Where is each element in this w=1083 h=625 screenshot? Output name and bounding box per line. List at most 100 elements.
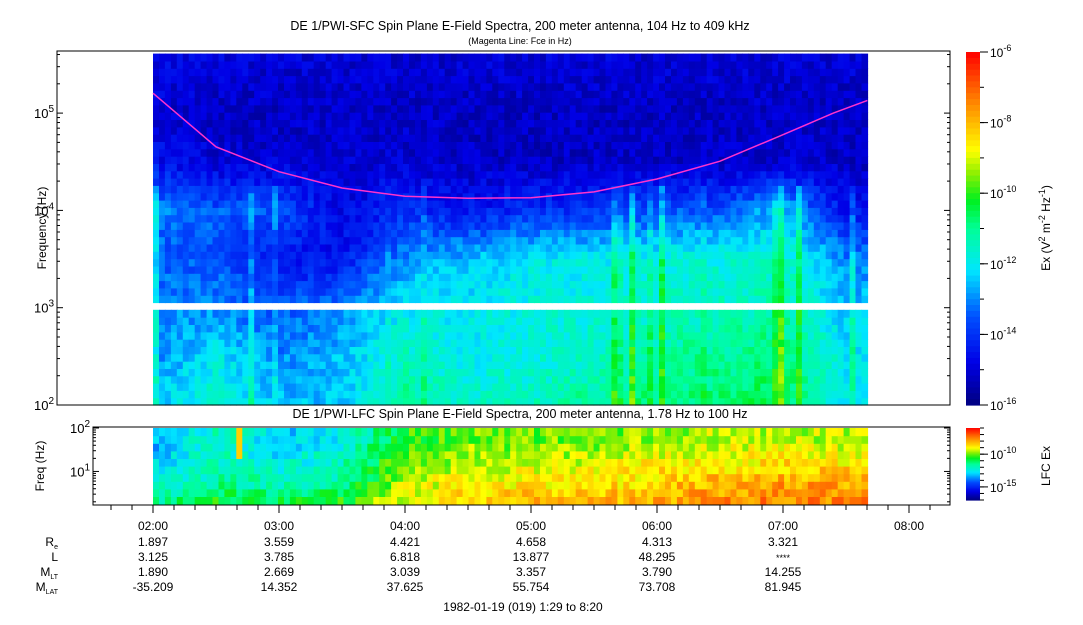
heatmap-cell bbox=[325, 68, 333, 77]
heatmap-cell bbox=[230, 258, 237, 267]
heatmap-cell bbox=[307, 200, 315, 208]
heatmap-cell bbox=[635, 60, 642, 69]
heatmap-cell bbox=[236, 141, 243, 150]
heatmap-cell bbox=[325, 229, 333, 238]
heatmap-cell bbox=[766, 324, 773, 333]
heatmap-cell bbox=[629, 295, 636, 304]
heatmap-cell bbox=[593, 229, 601, 238]
heatmap-cell bbox=[403, 331, 410, 340]
heatmap-cell bbox=[617, 375, 624, 384]
heatmap-cell bbox=[278, 134, 285, 142]
heatmap-cell bbox=[301, 339, 309, 347]
heatmap-cell bbox=[516, 214, 523, 223]
heatmap-cell bbox=[504, 163, 511, 172]
heatmap-cell bbox=[653, 75, 660, 84]
heatmap-cell bbox=[540, 75, 547, 84]
heatmap-cell bbox=[754, 170, 761, 179]
heatmap-cell bbox=[635, 383, 642, 391]
heatmap-cell bbox=[409, 68, 416, 77]
heatmap-cell bbox=[617, 207, 624, 216]
heatmap-cell bbox=[224, 397, 231, 406]
heatmap-cell bbox=[563, 346, 571, 355]
heatmap-cell bbox=[480, 309, 487, 318]
heatmap-cell bbox=[206, 90, 214, 99]
heatmap-cell bbox=[492, 324, 499, 333]
heatmap-cell bbox=[593, 397, 601, 406]
heatmap-cell bbox=[426, 243, 434, 252]
heatmap-cell bbox=[438, 112, 446, 120]
heatmap-cell bbox=[337, 258, 345, 267]
heatmap-cell bbox=[629, 207, 636, 216]
heatmap-cell bbox=[331, 178, 339, 186]
heatmap-cell bbox=[218, 375, 226, 384]
heatmap-cell bbox=[206, 178, 214, 186]
heatmap-cell bbox=[385, 156, 392, 164]
heatmap-cell bbox=[671, 185, 678, 194]
heatmap-cell bbox=[522, 90, 529, 99]
heatmap-cell bbox=[176, 295, 184, 304]
heatmap-cell bbox=[301, 383, 309, 391]
heatmap-cell bbox=[272, 192, 279, 201]
heatmap-cell bbox=[778, 383, 785, 391]
heatmap-cell bbox=[724, 178, 732, 186]
heatmap-cell bbox=[278, 265, 285, 274]
heatmap-cell bbox=[224, 258, 231, 267]
heatmap-cell bbox=[635, 229, 642, 238]
heatmap-cell bbox=[623, 397, 630, 406]
heatmap-cell bbox=[456, 163, 464, 172]
heatmap-cell bbox=[480, 214, 487, 223]
heatmap-cell bbox=[593, 53, 601, 62]
heatmap-cell bbox=[444, 361, 452, 369]
heatmap-cell bbox=[176, 287, 184, 296]
heatmap-cell bbox=[718, 141, 726, 150]
heatmap-cell bbox=[272, 236, 279, 245]
heatmap-cell bbox=[623, 251, 630, 260]
heatmap-cell bbox=[444, 339, 452, 347]
heatmap-cell bbox=[754, 222, 761, 230]
heatmap-cell bbox=[319, 353, 327, 362]
heatmap-cell bbox=[599, 390, 607, 399]
heatmap-cell bbox=[295, 331, 303, 340]
heatmap-cell bbox=[474, 368, 482, 377]
heatmap-cell bbox=[593, 163, 601, 172]
heatmap-cell bbox=[748, 192, 755, 201]
heatmap-cell bbox=[182, 353, 190, 362]
heatmap-cell bbox=[164, 375, 172, 384]
heatmap-cell bbox=[361, 90, 368, 99]
heatmap-cell bbox=[772, 309, 779, 318]
heatmap-cell bbox=[182, 207, 190, 216]
heatmap-cell bbox=[754, 287, 761, 296]
heatmap-cell bbox=[462, 397, 470, 406]
heatmap-cell bbox=[742, 68, 749, 77]
heatmap-cell bbox=[284, 207, 291, 216]
heatmap-cell bbox=[206, 383, 214, 391]
heatmap-cell bbox=[313, 339, 321, 347]
heatmap-cell bbox=[319, 280, 327, 289]
heatmap-cell bbox=[409, 383, 416, 391]
heatmap-cell bbox=[545, 361, 553, 369]
heatmap-cell bbox=[623, 207, 630, 216]
heatmap-cell bbox=[337, 346, 345, 355]
heatmap-cell bbox=[313, 112, 321, 120]
heatmap-cell bbox=[426, 236, 434, 245]
heatmap-cell bbox=[504, 383, 511, 391]
heatmap-cell bbox=[432, 331, 440, 340]
heatmap-cell bbox=[188, 390, 196, 399]
heatmap-cell bbox=[706, 258, 714, 267]
heatmap-cell bbox=[295, 141, 303, 150]
heatmap-cell bbox=[307, 97, 315, 106]
heatmap-cell bbox=[474, 353, 482, 362]
heatmap-cell bbox=[462, 375, 470, 384]
heatmap-cell bbox=[671, 178, 678, 186]
heatmap-cell bbox=[486, 178, 493, 186]
heatmap-cell bbox=[724, 368, 732, 377]
heatmap-cell bbox=[188, 258, 196, 267]
heatmap-cell bbox=[569, 390, 577, 399]
heatmap-cell bbox=[415, 361, 422, 369]
heatmap-cell bbox=[278, 68, 285, 77]
heatmap-cell bbox=[230, 185, 237, 194]
heatmap-cell bbox=[224, 207, 231, 216]
heatmap-cell bbox=[159, 273, 166, 282]
heatmap-cell bbox=[730, 53, 738, 62]
heatmap-cell bbox=[557, 185, 565, 194]
